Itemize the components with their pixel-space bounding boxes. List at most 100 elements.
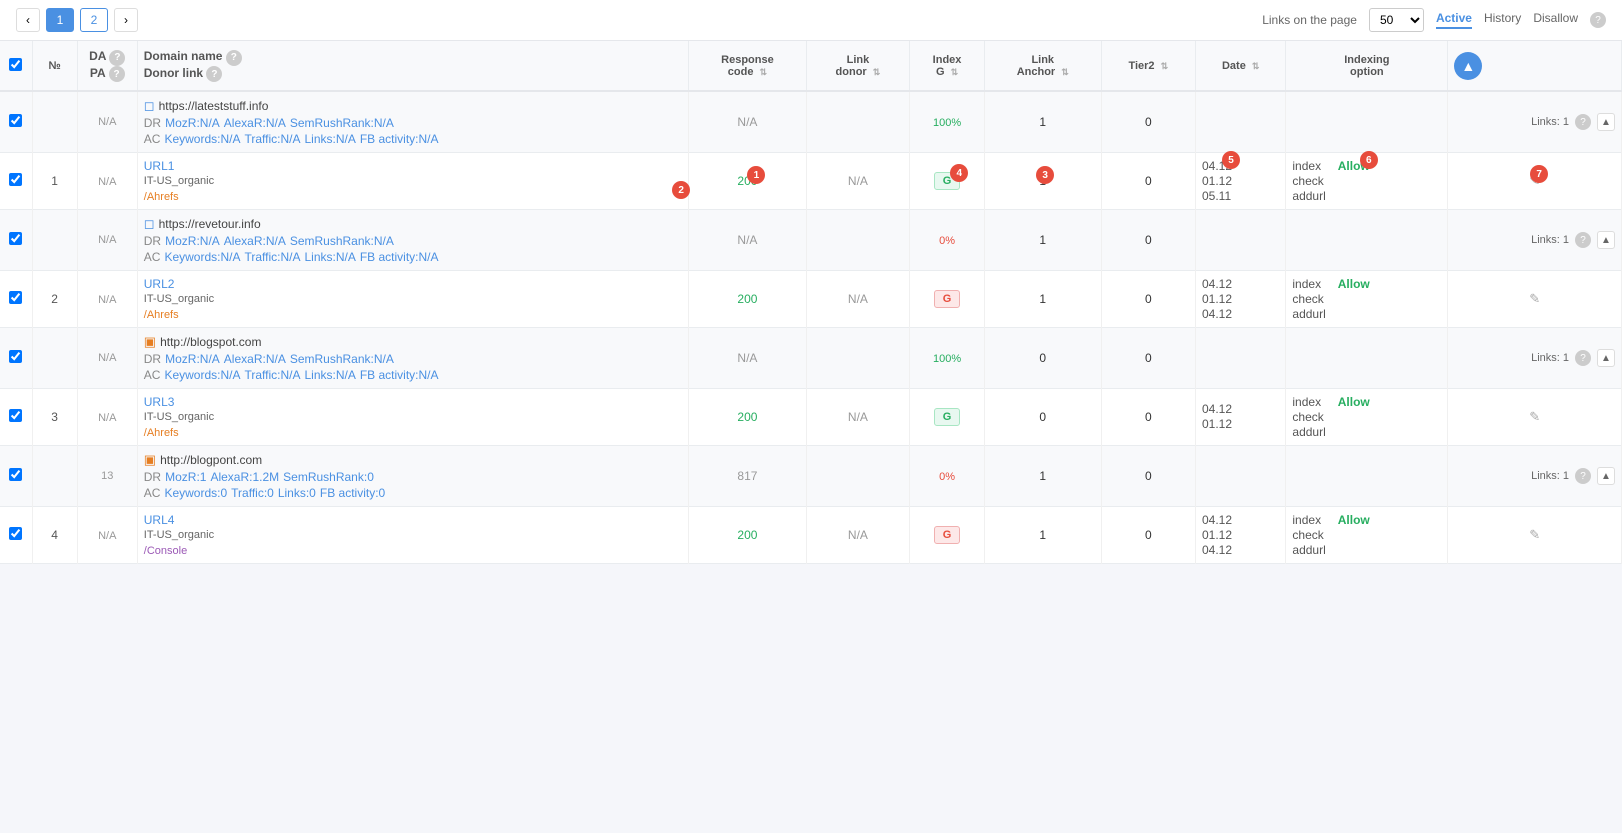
domain-indexg-cell: 100% [910,91,985,153]
keywords-link[interactable]: Keywords:N/A [164,368,240,382]
semrush-link[interactable]: SemRushRank:N/A [290,352,394,366]
da-help-icon[interactable]: ? [109,50,125,66]
collapse-domain-button[interactable]: ▲ [1597,349,1615,367]
links-link[interactable]: Links:N/A [304,132,355,146]
page-2-button[interactable]: 2 [80,8,108,32]
domain-checkbox[interactable] [9,468,22,481]
domain-actions-cell: Links: 1 ? ▲ [1448,91,1622,153]
edit-icon[interactable]: ✎ [1529,527,1540,542]
url-source-link[interactable]: /Ahrefs [144,427,179,439]
tab-active[interactable]: Active [1436,11,1472,29]
allow-button[interactable]: Allow [1338,513,1370,527]
prev-page-button[interactable]: ‹ [16,8,40,32]
domain-checkbox[interactable] [9,114,22,127]
th-linkanchor: LinkAnchor ⇅ [984,41,1101,91]
allow-button[interactable]: Allow [1338,277,1370,291]
select-all-checkbox[interactable] [9,58,22,71]
domain-favicon-icon: ▣ [144,452,156,468]
fb-link[interactable]: FB activity:N/A [360,368,439,382]
alexar-link[interactable]: AlexaR:N/A [224,352,286,366]
help-icon-top[interactable]: ? [1590,12,1606,28]
url-link[interactable]: URL3 [144,395,682,409]
links-help-icon[interactable]: ? [1575,468,1591,484]
page-1-button[interactable]: 1 [46,8,74,32]
url-tier2-cell: 0 [1101,153,1195,210]
url-anchor-value: 1 [1039,292,1046,306]
links-help-icon[interactable]: ? [1575,114,1591,130]
tab-history[interactable]: History [1484,11,1521,29]
alexar-link[interactable]: AlexaR:N/A [224,234,286,248]
mozr-link[interactable]: MozR:N/A [165,116,220,130]
domain-linkanchor-cell: 1 [984,210,1101,271]
url-link[interactable]: URL2 [144,277,682,291]
links-link[interactable]: Links:0 [278,486,316,500]
alexar-link[interactable]: AlexaR:1.2M [210,470,279,484]
add-button[interactable]: ▲ [1454,52,1482,80]
domain-linkanchor-cell: 1 [984,446,1101,507]
allow-button[interactable]: Allow [1338,395,1370,409]
semrush-link[interactable]: SemRushRank:N/A [290,234,394,248]
url-checkbox[interactable] [9,291,22,304]
semrush-link[interactable]: SemRushRank:0 [283,470,374,484]
url-checkbox[interactable] [9,409,22,422]
fb-link[interactable]: FB activity:N/A [360,250,439,264]
edit-icon[interactable]: ✎ [1529,409,1540,424]
links-per-page-select[interactable]: 50 100 200 [1369,8,1424,32]
domain-url-link[interactable]: https://revetour.info [159,217,261,231]
tab-disallow[interactable]: Disallow [1533,11,1578,29]
domain-url-link[interactable]: http://blogpont.com [160,453,262,467]
th-checkbox [0,41,32,91]
semrush-link[interactable]: SemRushRank:N/A [290,116,394,130]
source-badge: 2 [672,181,690,199]
th-date: Date ⇅ [1196,41,1286,91]
links-link[interactable]: Links:N/A [304,368,355,382]
links-help-icon[interactable]: ? [1575,350,1591,366]
next-page-button[interactable]: › [114,8,138,32]
keywords-link[interactable]: Keywords:N/A [164,250,240,264]
domain-checkbox[interactable] [9,232,22,245]
traffic-link[interactable]: Traffic:0 [231,486,274,500]
url-link[interactable]: URL4 [144,513,682,527]
indexing-option-2: check [1292,174,1325,188]
url-source-link[interactable]: /Console [144,545,187,557]
keywords-link[interactable]: Keywords:N/A [164,132,240,146]
url-link[interactable]: URL1 [144,159,682,173]
pa-help-icon[interactable]: ? [109,66,125,82]
dr-label: DR [144,352,161,366]
url-indexing-dates: 04.12 01.12 04.12 [1202,513,1232,557]
ac-label: AC [144,368,161,382]
links-help-icon[interactable]: ? [1575,232,1591,248]
keywords-link[interactable]: Keywords:0 [164,486,227,500]
donor-help-icon[interactable]: ? [206,66,222,82]
domain-help-icon[interactable]: ? [226,50,242,66]
mozr-link[interactable]: MozR:N/A [165,352,220,366]
mozr-link[interactable]: MozR:1 [165,470,206,484]
collapse-domain-button[interactable]: ▲ [1597,467,1615,485]
fb-link[interactable]: FB activity:0 [320,486,385,500]
alexar-link[interactable]: AlexaR:N/A [224,116,286,130]
domain-date-cell [1196,328,1286,389]
traffic-link[interactable]: Traffic:N/A [244,368,300,382]
links-link[interactable]: Links:N/A [304,250,355,264]
url-source-link[interactable]: /Ahrefs [144,191,179,203]
index-badge: 4 [950,164,968,182]
mozr-link[interactable]: MozR:N/A [165,234,220,248]
collapse-domain-button[interactable]: ▲ [1597,113,1615,131]
collapse-domain-button[interactable]: ▲ [1597,231,1615,249]
edit-icon[interactable]: ✎ [1529,291,1540,306]
traffic-link[interactable]: Traffic:N/A [244,132,300,146]
domain-checkbox[interactable] [9,350,22,363]
indexing-option-3: addurl [1292,189,1325,203]
domain-linkdonor-cell [806,91,909,153]
url-checkbox[interactable] [9,527,22,540]
url-da-value: N/A [98,412,116,424]
traffic-link[interactable]: Traffic:N/A [244,250,300,264]
domain-row: N/A ◻https://revetour.info DRMozR:N/AAle… [0,210,1622,271]
url-row: 4N/A URL4 IT-US_organic /Console 200 N/A… [0,507,1622,564]
fb-link[interactable]: FB activity:N/A [360,132,439,146]
domain-url-link[interactable]: http://blogspot.com [160,335,261,349]
domain-info-cell: ▣http://blogspot.com DRMozR:N/AAlexaR:N/… [137,328,688,389]
domain-url-link[interactable]: https://lateststuff.info [159,99,269,113]
url-source-link[interactable]: /Ahrefs [144,309,179,321]
url-checkbox[interactable] [9,173,22,186]
